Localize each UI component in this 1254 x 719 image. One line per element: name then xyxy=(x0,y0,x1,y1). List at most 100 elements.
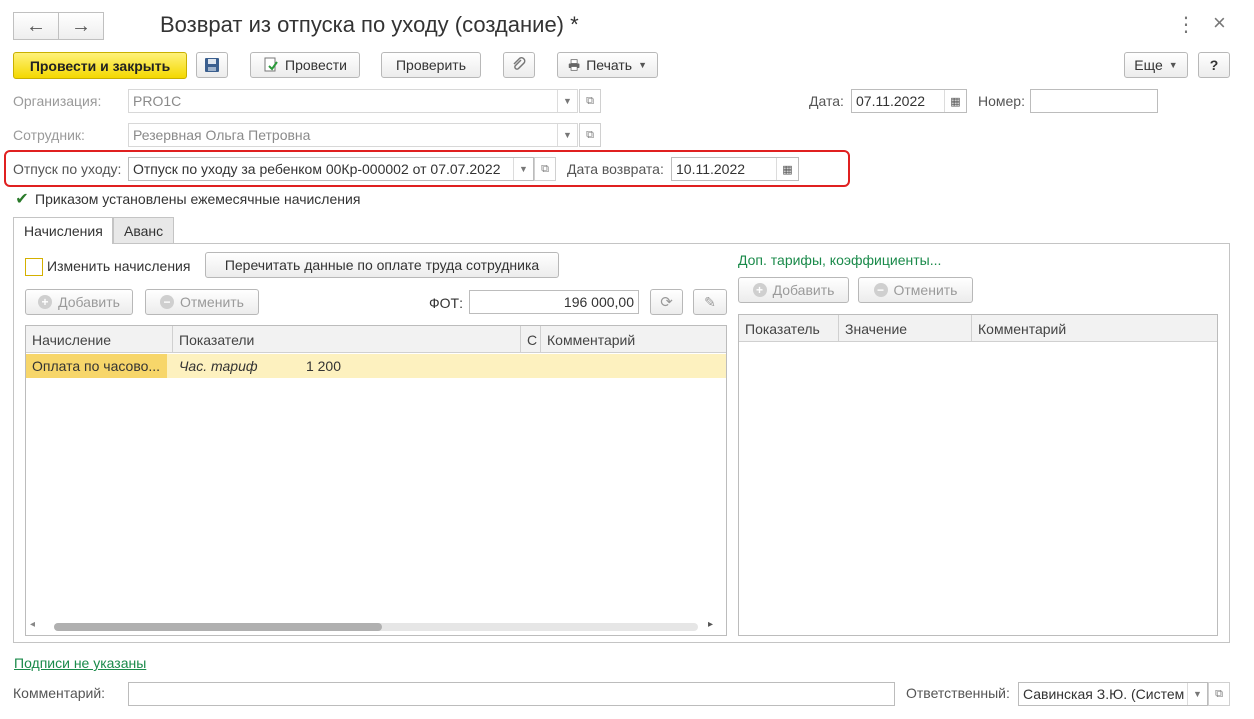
check-button[interactable]: Проверить xyxy=(381,52,481,78)
extra-tariffs-link[interactable]: Доп. тарифы, коэффициенты... xyxy=(738,252,941,268)
save-button[interactable] xyxy=(196,52,228,78)
indicator-cell[interactable]: Час. тариф xyxy=(173,354,273,378)
add-accrual-label: Добавить xyxy=(58,294,120,310)
refresh-icon: ⟳ xyxy=(660,294,673,311)
back-button[interactable]: ← xyxy=(13,12,59,40)
organization-field[interactable]: PRO1C ▼ xyxy=(128,89,578,113)
add-tariff-label: Добавить xyxy=(772,282,835,298)
responsible-field[interactable]: Савинская З.Ю. (Систем ▼ xyxy=(1018,682,1208,706)
signatures-link[interactable]: Подписи не указаны xyxy=(14,655,146,671)
tab-accruals-label: Начисления xyxy=(24,223,103,239)
cancel-tariff-label: Отменить xyxy=(893,282,958,298)
monthly-accruals-checkbox[interactable]: ✔ xyxy=(14,191,30,208)
column-header-accrual[interactable]: Начисление xyxy=(26,326,173,353)
add-tariff-button[interactable]: + Добавить xyxy=(738,277,849,303)
cancel-accrual-label: Отменить xyxy=(180,294,244,310)
table-row[interactable]: Оплата по часово... Час. тариф 1 200 xyxy=(26,354,726,378)
arrow-right-icon: → xyxy=(71,14,91,37)
tab-advance[interactable]: Аванс xyxy=(113,217,174,244)
post-document-icon xyxy=(264,57,278,72)
more-actions-icon[interactable]: ⋮ xyxy=(1176,12,1196,37)
open-responsible-button[interactable]: ⧉ xyxy=(1208,682,1230,706)
accruals-table[interactable]: Начисление Показатели С Комментарий Опла… xyxy=(25,325,727,636)
number-label: Номер: xyxy=(978,93,1025,109)
responsible-label: Ответственный: xyxy=(906,685,1010,701)
scroll-right-icon[interactable]: ▸ xyxy=(708,619,713,630)
date-value: 07.11.2022 xyxy=(856,93,926,109)
open-employee-button[interactable]: ⧉ xyxy=(579,123,601,147)
accruals-table-header: Начисление Показатели С Комментарий xyxy=(26,326,726,353)
more-button[interactable]: Еще ▼ xyxy=(1124,52,1188,78)
scroll-left-icon[interactable]: ◂ xyxy=(30,619,35,630)
accrual-cell[interactable]: Оплата по часово... xyxy=(26,354,167,378)
monthly-accruals-label: Приказом установлены ежемесячные начисле… xyxy=(35,191,361,207)
help-button[interactable]: ? xyxy=(1198,52,1230,78)
change-accruals-label: Изменить начисления xyxy=(47,258,191,274)
open-leave-button[interactable]: ⧉ xyxy=(534,157,556,181)
open-organization-button[interactable]: ⧉ xyxy=(579,89,601,113)
minus-circle-icon: − xyxy=(873,283,888,297)
column-header-value[interactable]: Значение xyxy=(839,315,972,342)
column-header-s[interactable]: С xyxy=(521,326,541,353)
reread-payroll-label: Перечитать данные по оплате труда сотруд… xyxy=(224,257,540,273)
check-label: Проверить xyxy=(395,57,466,73)
chevron-down-icon[interactable]: ▼ xyxy=(557,124,577,146)
fot-field[interactable]: 196 000,00 xyxy=(469,290,639,314)
help-icon: ? xyxy=(1209,57,1219,73)
return-date-field[interactable]: 10.11.2022 ▦ xyxy=(671,157,799,181)
return-date-value: 10.11.2022 xyxy=(676,161,746,177)
column-header-comment[interactable]: Комментарий xyxy=(541,326,726,353)
employee-field[interactable]: Резервная Ольга Петровна ▼ xyxy=(128,123,578,147)
arrow-left-icon: ← xyxy=(26,14,46,37)
open-window-icon: ⧉ xyxy=(586,94,594,107)
tariffs-table-header: Показатель Значение Комментарий xyxy=(739,315,1217,342)
column-header-indicator[interactable]: Показатель xyxy=(739,315,839,342)
tariffs-table[interactable]: Показатель Значение Комментарий xyxy=(738,314,1218,636)
tab-accruals[interactable]: Начисления xyxy=(13,217,113,244)
calendar-icon[interactable]: ▦ xyxy=(944,90,966,112)
leave-field[interactable]: Отпуск по уходу за ребенком 00Кр-000002 … xyxy=(128,157,534,181)
column-header-tariff-comment[interactable]: Комментарий xyxy=(972,315,1217,342)
page-title: Возврат из отпуска по уходу (создание) * xyxy=(160,12,579,37)
tab-advance-label: Аванс xyxy=(124,223,164,239)
minus-circle-icon: − xyxy=(160,295,174,309)
forward-button[interactable]: → xyxy=(58,12,104,40)
cancel-accrual-button[interactable]: − Отменить xyxy=(145,289,259,315)
chevron-down-icon[interactable]: ▼ xyxy=(513,158,533,180)
pencil-icon: ✎ xyxy=(704,293,716,310)
checkmark-icon: ✔ xyxy=(15,191,29,208)
add-accrual-button[interactable]: + Добавить xyxy=(25,289,133,315)
organization-value: PRO1C xyxy=(133,93,182,109)
refresh-button[interactable]: ⟳ xyxy=(650,289,683,315)
open-window-icon: ⧉ xyxy=(586,128,594,141)
chevron-down-icon[interactable]: ▼ xyxy=(1187,683,1207,705)
column-header-indicators[interactable]: Показатели xyxy=(173,326,521,353)
chevron-down-icon: ▼ xyxy=(1168,60,1178,70)
print-label: Печать xyxy=(586,57,633,73)
comment-label: Комментарий: xyxy=(13,685,106,701)
employee-label: Сотрудник: xyxy=(13,127,85,143)
chevron-down-icon: ▼ xyxy=(638,60,647,70)
scrollbar-thumb[interactable] xyxy=(54,623,382,631)
plus-circle-icon: + xyxy=(752,283,767,297)
reread-payroll-button[interactable]: Перечитать данные по оплате труда сотруд… xyxy=(205,252,559,278)
post-and-close-button[interactable]: Провести и закрыть xyxy=(13,52,187,79)
chevron-down-icon[interactable]: ▼ xyxy=(557,90,577,112)
return-date-label: Дата возврата: xyxy=(567,161,664,177)
change-accruals-checkbox[interactable] xyxy=(25,258,43,276)
fot-value: 196 000,00 xyxy=(563,294,634,310)
post-button[interactable]: Провести xyxy=(250,52,360,78)
number-field[interactable] xyxy=(1030,89,1158,113)
cancel-tariff-button[interactable]: − Отменить xyxy=(858,277,973,303)
responsible-value: Савинская З.Ю. (Систем xyxy=(1023,686,1185,702)
print-button[interactable]: Печать ▼ xyxy=(557,52,658,78)
comment-field[interactable] xyxy=(128,682,895,706)
close-icon[interactable]: × xyxy=(1213,10,1226,36)
fot-label: ФОТ: xyxy=(429,295,463,311)
date-field[interactable]: 07.11.2022 ▦ xyxy=(851,89,967,113)
indicator-value-cell[interactable]: 1 200 xyxy=(273,354,347,378)
calendar-icon[interactable]: ▦ xyxy=(776,158,798,180)
attach-button[interactable] xyxy=(503,52,535,78)
edit-button[interactable]: ✎ xyxy=(693,289,727,315)
horizontal-scrollbar[interactable] xyxy=(54,623,698,631)
